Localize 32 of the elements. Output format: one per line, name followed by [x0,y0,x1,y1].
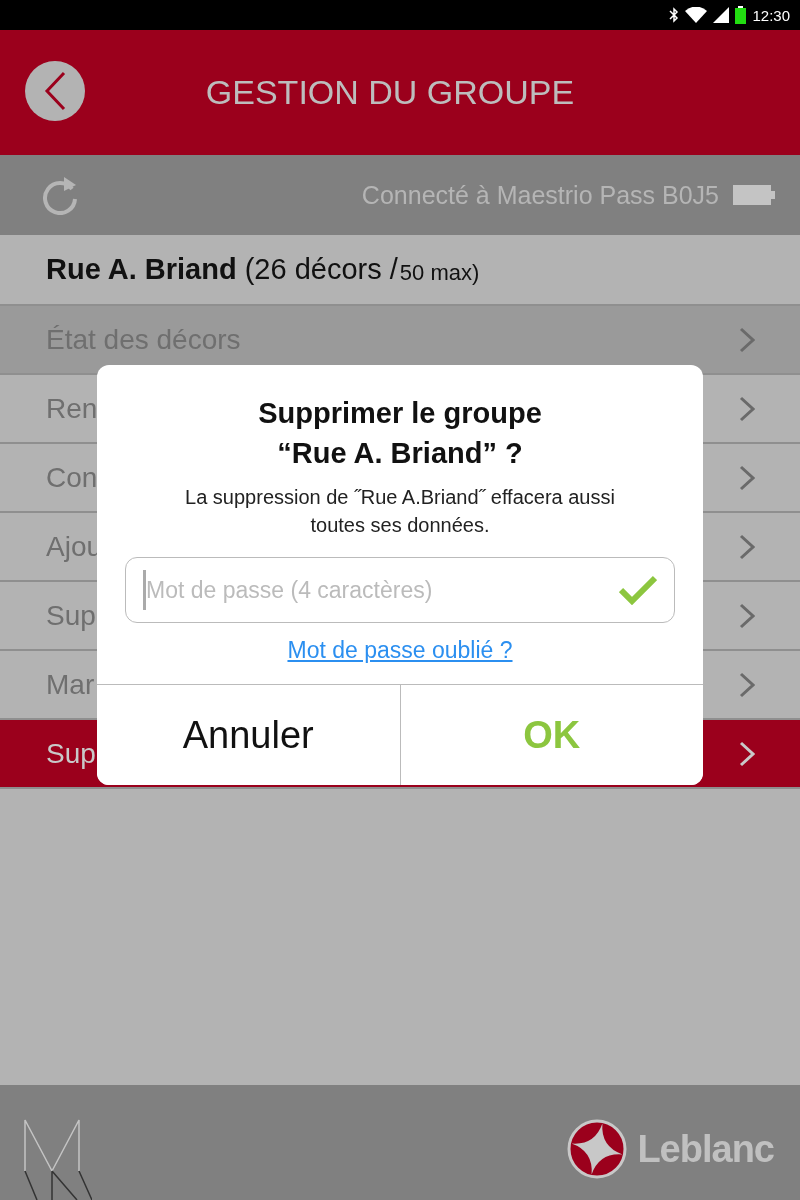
screen-title: GESTION DU GROUPE [205,73,575,112]
bluetooth-icon [669,7,680,23]
chevron-right-icon [739,671,755,698]
chevron-right-icon [739,464,755,491]
password-field[interactable]: Mot de passe (4 caractères) [125,557,675,623]
wifi-icon [685,7,708,23]
group-count: (26 décors / [244,253,398,286]
checkmark-icon [619,575,657,605]
cancel-button[interactable]: Annuler [97,685,401,785]
brand-name: Leblanc [637,1127,774,1171]
status-time: 12:30 [752,6,790,24]
chevron-right-icon [739,533,755,560]
chevron-right-icon [739,326,755,353]
back-button[interactable] [25,61,85,121]
battery-icon [733,185,775,205]
chevron-left-icon [44,71,66,111]
signal-icon [713,7,730,23]
battery-icon [735,6,747,24]
brand-logo-icon [567,1119,628,1179]
dialog-title: Supprimer le groupe “Rue A. Briand” ? [258,396,542,471]
chevron-right-icon [739,740,755,767]
menu-item-label: Ren [46,392,98,425]
dialog-message: La suppression de ˝Rue A.Briand˝ effacera aussi toutes ses données. [184,485,616,538]
forgot-password-link[interactable]: Mot de passe oublié ? [287,637,513,664]
menu-item-label: Sup [46,737,96,770]
menu-item-label: Sup [46,599,96,632]
menu-item-label: Con [46,461,98,494]
chevron-right-icon [739,602,755,629]
menu-item-label: Mar [46,668,95,701]
chevron-right-icon [739,395,755,422]
group-name: Rue A. Briand [46,253,237,286]
group-capacity: 50 max) [399,259,480,286]
